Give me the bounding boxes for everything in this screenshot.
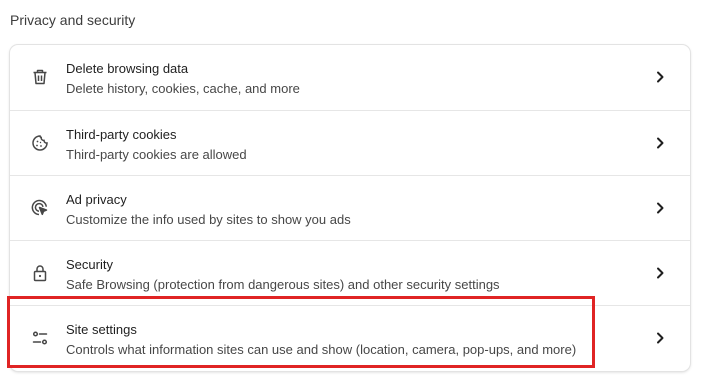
chevron-right-icon (652, 135, 668, 151)
chevron-right-icon (652, 200, 668, 216)
chevron-right-icon (652, 265, 668, 281)
row-title: Third-party cookies (66, 127, 177, 142)
row-title: Site settings (66, 322, 137, 337)
row-title: Security (66, 257, 113, 272)
row-subtitle: Delete history, cookies, cache, and more (66, 81, 300, 96)
section-title: Privacy and security (10, 12, 136, 28)
row-title: Ad privacy (66, 192, 127, 207)
security-row[interactable]: Security Safe Browsing (protection from … (10, 240, 690, 305)
privacy-settings-card: Delete browsing data Delete history, coo… (10, 45, 690, 371)
row-subtitle: Controls what information sites can use … (66, 342, 577, 357)
row-subtitle: Safe Browsing (protection from dangerous… (66, 277, 500, 292)
ad-privacy-row[interactable]: Ad privacy Customize the info used by si… (10, 175, 690, 240)
row-subtitle: Third-party cookies are allowed (66, 147, 247, 162)
row-title: Delete browsing data (66, 61, 189, 76)
third-party-cookies-row[interactable]: Third-party cookies Third-party cookies … (10, 110, 690, 175)
tune-icon (30, 328, 50, 348)
lock-icon (30, 263, 50, 283)
ad-privacy-icon (30, 198, 50, 218)
delete-browsing-data-row[interactable]: Delete browsing data Delete history, coo… (10, 45, 690, 110)
trash-icon (30, 67, 50, 87)
chevron-right-icon (652, 69, 668, 85)
cookie-icon (30, 133, 50, 153)
chevron-right-icon (652, 330, 668, 346)
site-settings-row[interactable]: Site settings Controls what information … (10, 305, 690, 371)
row-subtitle: Customize the info used by sites to show… (66, 212, 351, 227)
